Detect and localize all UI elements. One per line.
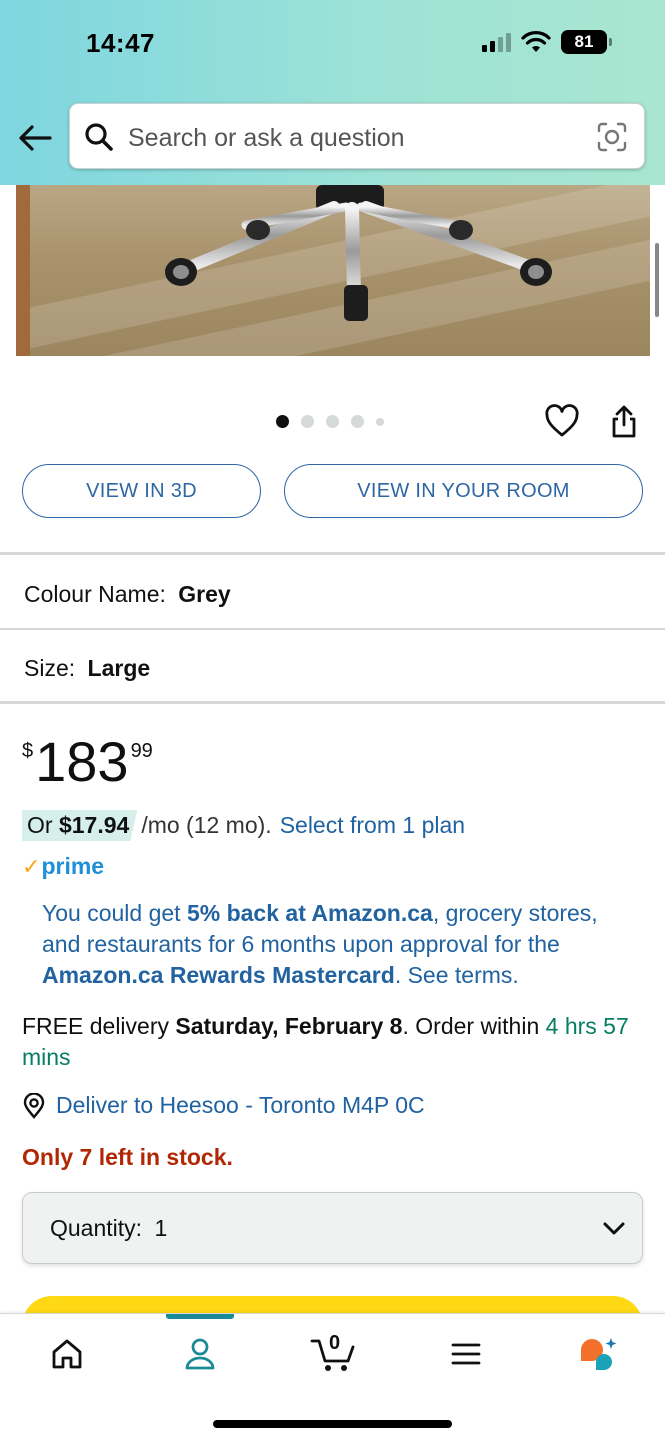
chair-base-image	[165, 185, 552, 321]
app-header: 14:47 81 Search or ask a question	[0, 0, 665, 185]
colour-selector[interactable]: Colour Name: Grey	[24, 581, 231, 608]
heart-icon	[545, 404, 579, 437]
search-icon	[85, 123, 113, 151]
home-indicator	[213, 1420, 452, 1428]
tab-menu[interactable]	[446, 1334, 486, 1374]
arrow-left-icon	[19, 125, 52, 151]
cart-count: 0	[329, 1332, 341, 1354]
installment-prefix: Or	[27, 812, 53, 838]
quantity-dropdown[interactable]: Quantity: 1	[22, 1192, 643, 1264]
size-label: Size:	[24, 655, 76, 681]
search-input[interactable]: Search or ask a question	[69, 103, 645, 169]
credit-card-promo-link[interactable]: You could get 5% back at Amazon.ca, groc…	[42, 898, 642, 991]
quantity-value: 1	[154, 1215, 168, 1241]
account-icon	[185, 1338, 215, 1370]
deliver-to-text: Deliver to Heesoo - Toronto M4P 0C	[56, 1092, 425, 1118]
bottom-tab-bar: 0	[0, 1313, 665, 1440]
status-icons: 81	[482, 30, 612, 54]
price-symbol: $	[22, 740, 34, 762]
size-selector[interactable]: Size: Large	[24, 655, 150, 682]
carousel-dot[interactable]	[376, 417, 384, 426]
view-in-your-room-button[interactable]: VIEW IN YOUR ROOM	[284, 464, 643, 518]
back-button[interactable]	[16, 120, 54, 156]
menu-icon	[451, 1343, 481, 1365]
deliver-to-link[interactable]: Deliver to Heesoo - Toronto M4P 0C	[22, 1092, 425, 1119]
prime-badge: ✓ prime	[22, 853, 104, 880]
status-time: 14:47	[86, 28, 155, 58]
select-plan-link[interactable]: Select from 1 plan	[280, 812, 465, 839]
scrollbar-thumb[interactable]	[655, 243, 659, 317]
installment-tag: Or $17.94	[22, 810, 138, 841]
wifi-icon	[521, 31, 551, 52]
delivery-date: Saturday, February 8	[175, 1013, 403, 1039]
location-pin-icon	[23, 1092, 45, 1119]
wishlist-button[interactable]	[544, 404, 580, 443]
price-fraction: 99	[130, 740, 153, 762]
price-whole: 183	[35, 730, 129, 793]
section-divider	[0, 552, 665, 555]
quantity-label: Quantity: 1	[50, 1215, 168, 1241]
tab-home[interactable]	[47, 1334, 87, 1374]
rufus-icon	[581, 1338, 617, 1370]
share-icon	[612, 405, 636, 438]
active-tab-indicator	[166, 1314, 234, 1319]
carousel-dot[interactable]	[326, 415, 339, 428]
chevron-down-icon	[603, 1222, 625, 1235]
installment-suffix: /mo (12 mo).	[141, 812, 272, 838]
delivery-info: FREE delivery Saturday, February 8. Orde…	[22, 1013, 629, 1070]
price: $ 183 99	[22, 730, 153, 794]
colour-label: Colour Name:	[24, 581, 166, 607]
colour-value: Grey	[178, 581, 231, 607]
prime-label: prime	[41, 853, 105, 879]
section-divider	[0, 701, 665, 704]
camera-lens-icon[interactable]	[596, 121, 628, 153]
section-divider	[0, 628, 665, 630]
installment-offer: Or $17.94 /mo (12 mo). Select from 1 pla…	[22, 810, 465, 841]
view-in-3d-button[interactable]: VIEW IN 3D	[22, 464, 261, 518]
carousel-dot[interactable]	[351, 415, 364, 428]
carousel-dot[interactable]	[276, 415, 289, 428]
share-button[interactable]	[609, 403, 639, 444]
tab-account[interactable]	[180, 1334, 220, 1374]
carousel-dot[interactable]	[301, 415, 314, 428]
installment-amount: $17.94	[58, 812, 130, 838]
tab-cart[interactable]: 0	[310, 1332, 358, 1374]
size-value: Large	[87, 655, 151, 681]
product-image[interactable]	[16, 185, 650, 356]
home-icon	[52, 1339, 82, 1369]
prime-check-icon: ✓	[22, 853, 41, 879]
battery-indicator: 81	[561, 30, 612, 54]
stock-status: Only 7 left in stock.	[22, 1144, 233, 1170]
search-placeholder: Search or ask a question	[128, 124, 405, 152]
cellular-signal-icon	[482, 32, 511, 52]
image-carousel-dots[interactable]	[276, 415, 384, 428]
tab-rufus[interactable]	[578, 1334, 618, 1374]
